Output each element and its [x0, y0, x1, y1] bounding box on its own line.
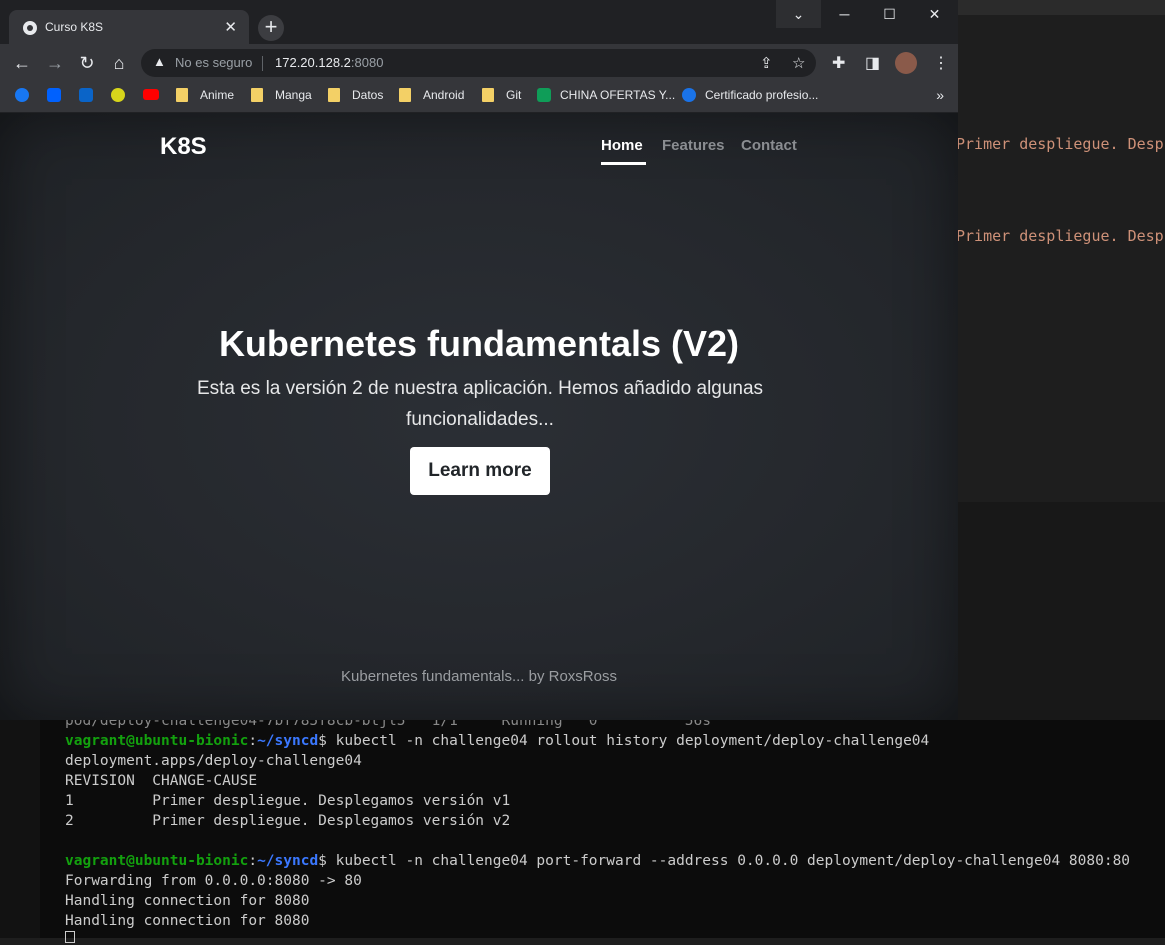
- url-text[interactable]: 172.20.128.2:8080: [275, 55, 383, 70]
- share-icon[interactable]: ⇪: [760, 54, 773, 72]
- terminal-command-line: vagrant@ubuntu-bionic:~/syncd$ kubectl -…: [65, 853, 1131, 869]
- nav-home[interactable]: Home: [601, 137, 643, 154]
- globe-icon: [23, 21, 37, 35]
- learn-more-button[interactable]: Learn more: [410, 447, 550, 495]
- maximize-button[interactable]: ☐: [867, 0, 912, 28]
- bookmark-certificado[interactable]: Certificado profesio...: [682, 88, 818, 106]
- outlook-icon[interactable]: [79, 88, 102, 106]
- dropbox-icon[interactable]: [47, 88, 70, 106]
- close-icon[interactable]: ✕: [224, 18, 237, 36]
- bookmarks-bar: Anime Manga Datos Android Git CHINA OFER…: [0, 82, 958, 113]
- hero-title: Kubernetes fundamentals (V2): [218, 323, 740, 364]
- web-page: K8S Home Features Contact Kubernetes fun…: [0, 113, 958, 720]
- prompt-path: ~/syncd: [257, 853, 319, 869]
- command-text: $ kubectl -n challenge04 rollout history…: [318, 733, 930, 749]
- forward-button[interactable]: →: [44, 52, 66, 74]
- coursera-icon: [682, 88, 696, 102]
- more-bookmarks-icon[interactable]: »: [936, 87, 944, 103]
- bookmark-android[interactable]: Android: [399, 88, 464, 106]
- bookmark-label: CHINA OFERTAS Y...: [560, 88, 676, 102]
- nav-features[interactable]: Features: [662, 137, 725, 154]
- d-icon[interactable]: [111, 88, 134, 106]
- bookmark-anime[interactable]: Anime: [176, 88, 234, 106]
- prompt-user: vagrant@ubuntu-bionic: [65, 853, 249, 869]
- bookmark-manga[interactable]: Manga: [251, 88, 312, 106]
- home-button[interactable]: ⌂: [108, 52, 130, 74]
- site-brand[interactable]: K8S: [160, 133, 207, 161]
- background-panel: [958, 502, 1165, 722]
- avatar[interactable]: [895, 52, 917, 74]
- chevron-down-icon[interactable]: ⌄: [776, 0, 821, 28]
- terminal-line: 1 Primer despliegue. Desplegamos versión…: [65, 793, 511, 809]
- divider: [262, 56, 263, 71]
- security-label[interactable]: No es seguro: [175, 55, 252, 70]
- menu-icon[interactable]: ⋮: [933, 53, 949, 73]
- bookmark-label: Datos: [352, 88, 384, 102]
- close-window-button[interactable]: ✕: [912, 0, 957, 28]
- folder-icon: [399, 88, 411, 102]
- background-titlebar: [958, 0, 1165, 15]
- browser-tab[interactable]: Curso K8S ✕: [9, 10, 249, 44]
- youtube-icon[interactable]: [143, 88, 168, 106]
- folder-icon: [328, 88, 340, 102]
- sheets-icon: [537, 88, 551, 102]
- terminal-line: REVISION CHANGE-CAUSE: [65, 773, 258, 789]
- command-text: $ kubectl -n challenge04 port-forward --…: [318, 853, 1131, 869]
- bookmark-label: Certificado profesio...: [705, 88, 819, 102]
- editor-line: Primer despliegue. Desp: [956, 135, 1164, 153]
- editor-line: Primer despliegue. Desp: [956, 227, 1164, 245]
- terminal-line: 2 Primer despliegue. Desplegamos versión…: [65, 813, 511, 829]
- url-port: :8080: [350, 55, 384, 70]
- reload-button[interactable]: ↻: [76, 52, 98, 74]
- bookmark-china-ofertas[interactable]: CHINA OFERTAS Y...: [537, 88, 675, 106]
- browser-toolbar: ← → ↻ ⌂ ▲ No es seguro 172.20.128.2:8080…: [0, 44, 958, 82]
- bookmark-label: Git: [506, 88, 522, 102]
- terminal-line: Handling connection for 8080: [65, 893, 310, 909]
- tab-title: Curso K8S: [45, 20, 104, 34]
- folder-icon: [251, 88, 263, 102]
- bookmark-star-icon[interactable]: ☆: [792, 54, 805, 72]
- nav-contact[interactable]: Contact: [741, 137, 797, 154]
- prompt-user: vagrant@ubuntu-bionic: [65, 733, 249, 749]
- terminal-command-line: vagrant@ubuntu-bionic:~/syncd$ kubectl -…: [65, 733, 930, 749]
- hero-text: Esta es la versión 2 de nuestra aplicaci…: [196, 378, 764, 430]
- terminal-line: deployment.apps/deploy-challenge04: [65, 753, 362, 769]
- bookmark-label: Anime: [200, 88, 235, 102]
- active-nav-indicator: [601, 162, 646, 165]
- new-tab-button[interactable]: +: [258, 15, 284, 41]
- terminal-line: Handling connection for 8080: [65, 913, 310, 929]
- warning-icon[interactable]: ▲: [153, 54, 166, 69]
- bookmark-label: Android: [423, 88, 465, 102]
- url-host: 172.20.128.2: [275, 55, 351, 70]
- background-editor: [958, 0, 1165, 502]
- terminal-gutter: [0, 720, 40, 938]
- browser-window: Curso K8S ✕ + ⌄ ─ ☐ ✕ ← → ↻ ⌂ ▲ No es se…: [0, 0, 958, 720]
- back-button[interactable]: ←: [11, 52, 33, 74]
- address-bar[interactable]: ▲ No es seguro 172.20.128.2:8080 ⇪ ☆: [141, 49, 816, 77]
- folder-icon: [482, 88, 494, 102]
- bookmark-git[interactable]: Git: [482, 88, 521, 106]
- extensions-icon[interactable]: ✚: [832, 53, 845, 73]
- bookmark-datos[interactable]: Datos: [328, 88, 383, 106]
- page-footer: Kubernetes fundamentals... by RoxsRoss: [341, 668, 617, 685]
- minimize-button[interactable]: ─: [822, 0, 867, 28]
- bookmark-label: Manga: [275, 88, 312, 102]
- prompt-path: ~/syncd: [257, 733, 319, 749]
- terminal-cursor: [65, 929, 75, 945]
- tab-bar: Curso K8S ✕ + ⌄ ─ ☐ ✕: [0, 0, 958, 44]
- terminal-line: Forwarding from 0.0.0.0:8080 -> 80: [65, 873, 362, 889]
- folder-icon: [176, 88, 188, 102]
- facebook-icon[interactable]: [15, 88, 38, 106]
- sidepanel-icon[interactable]: ◨: [865, 53, 880, 73]
